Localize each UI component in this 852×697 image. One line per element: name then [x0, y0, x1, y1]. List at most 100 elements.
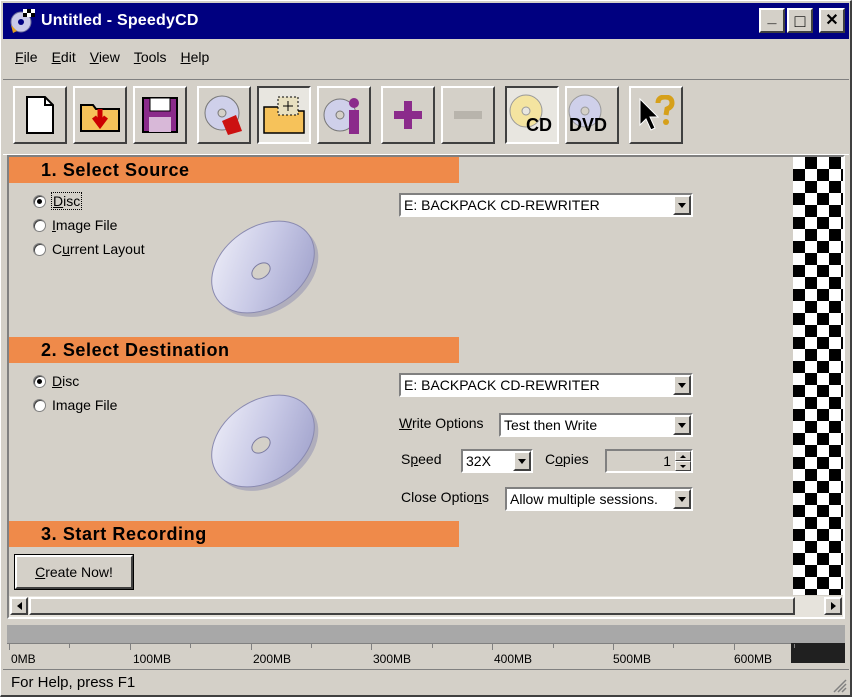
- menu-edit[interactable]: Edit: [52, 45, 76, 71]
- source-image-file-radio[interactable]: Image File: [33, 217, 117, 233]
- menu-bar: File Edit View Tools Help: [3, 45, 209, 71]
- disc-info-button[interactable]: [317, 86, 371, 144]
- capacity-tick: [250, 644, 252, 650]
- capacity-label-400: 400MB: [494, 652, 533, 666]
- app-window: Untitled - SpeedyCD _ □ ✕ File Edit View…: [0, 0, 852, 697]
- dvd-mode-icon: DVD: [567, 93, 617, 137]
- capacity-tick: [311, 644, 312, 648]
- capacity-tick: [552, 644, 554, 648]
- radio-icon: [33, 398, 46, 412]
- capacity-tick: [794, 644, 796, 648]
- destination-disc-icon: [211, 394, 319, 491]
- capacity-label-600: 600MB: [734, 652, 773, 666]
- maximize-icon: □: [794, 10, 806, 31]
- status-text: For Help, press F1: [11, 674, 136, 691]
- title-bar[interactable]: Untitled - SpeedyCD _ □ ✕: [3, 3, 849, 39]
- capacity-tick: [673, 644, 675, 648]
- close-options-label: Close Options: [401, 489, 489, 505]
- capacity-label-0: 0MB: [11, 652, 36, 666]
- scroll-left-icon[interactable]: [10, 597, 28, 615]
- capacity-limit-marker: [791, 643, 845, 663]
- close-icon: ✕: [825, 11, 839, 29]
- scrollbar-thumb[interactable]: [29, 597, 795, 615]
- destination-drive-select[interactable]: E: BACKPACK CD-REWRITER: [399, 373, 693, 397]
- source-drive-select[interactable]: E: BACKPACK CD-REWRITER: [399, 193, 693, 217]
- cd-label: CD: [526, 115, 552, 135]
- capacity-tick: [129, 644, 131, 650]
- spin-up-icon[interactable]: [675, 451, 691, 461]
- new-document-icon: [26, 96, 54, 134]
- destination-image-file-radio[interactable]: Image File: [33, 397, 117, 413]
- capacity-tick: [431, 644, 433, 648]
- dropdown-arrow-icon[interactable]: [673, 195, 691, 215]
- remove-button[interactable]: [441, 86, 495, 144]
- save-button[interactable]: [133, 86, 187, 144]
- dvd-mode-button[interactable]: DVD: [565, 86, 619, 144]
- checkered-flag-decoration: [793, 157, 843, 595]
- destination-disc-radio[interactable]: Disc: [33, 373, 79, 389]
- capacity-tick: [190, 644, 192, 648]
- speed-select[interactable]: 32X: [461, 449, 533, 473]
- new-button[interactable]: [13, 86, 67, 144]
- write-options-select[interactable]: Test then Write: [499, 413, 693, 437]
- radio-selected-icon: [33, 374, 46, 388]
- close-button[interactable]: ✕: [819, 8, 845, 33]
- dropdown-arrow-icon[interactable]: [673, 375, 691, 395]
- context-help-button[interactable]: [629, 86, 683, 144]
- menu-file[interactable]: File: [15, 45, 38, 71]
- source-disc-radio[interactable]: Disc: [33, 192, 83, 210]
- dvd-label: DVD: [569, 115, 608, 135]
- minimize-icon: _: [767, 8, 777, 26]
- scroll-right-icon[interactable]: [824, 597, 842, 615]
- spin-down-icon[interactable]: [675, 461, 691, 471]
- main-panel: 1. Select Source Disc Image File Current…: [7, 155, 845, 619]
- cd-mode-button[interactable]: CD: [505, 86, 559, 144]
- radio-icon: [33, 218, 46, 232]
- open-folder-icon: [80, 104, 120, 132]
- create-now-button[interactable]: Create Now!: [14, 554, 134, 590]
- copy-disc-button[interactable]: [197, 86, 251, 144]
- resize-grip-icon[interactable]: [833, 679, 847, 693]
- folder-layout-icon: [263, 96, 305, 134]
- close-options-select[interactable]: Allow multiple sessions.: [505, 487, 693, 511]
- capacity-tick: [9, 644, 10, 650]
- help-pointer-icon: [639, 95, 675, 131]
- dropdown-arrow-icon[interactable]: [513, 451, 531, 471]
- capacity-label-100: 100MB: [133, 652, 172, 666]
- capacity-meter: 0MB 100MB 200MB 300MB 400MB 500MB 600MB: [7, 625, 845, 666]
- write-options-label: Write Options: [399, 415, 484, 431]
- capacity-tick: [492, 644, 494, 650]
- speed-label: Speed: [401, 451, 442, 467]
- section-header-destination: 2. Select Destination: [9, 337, 459, 363]
- disc-info-icon: [323, 98, 359, 134]
- dropdown-arrow-icon[interactable]: [673, 489, 691, 509]
- capacity-label-300: 300MB: [373, 652, 412, 666]
- copies-stepper[interactable]: 1: [605, 449, 693, 473]
- copies-label: Copies: [545, 451, 589, 467]
- section-header-record: 3. Start Recording: [9, 521, 459, 547]
- minimize-button[interactable]: _: [759, 8, 785, 33]
- layout-button[interactable]: [257, 86, 311, 144]
- capacity-tick: [613, 644, 614, 650]
- disc-copy-icon: [204, 95, 242, 135]
- add-button[interactable]: [381, 86, 435, 144]
- capacity-tick: [371, 644, 373, 650]
- cd-mode-icon: CD: [508, 93, 556, 137]
- maximize-button[interactable]: □: [787, 8, 813, 33]
- source-disc-icon: [211, 220, 319, 317]
- radio-icon: [33, 242, 46, 256]
- menu-help[interactable]: Help: [181, 45, 210, 71]
- menu-view[interactable]: View: [90, 45, 120, 71]
- status-bar: For Help, press F1: [3, 669, 849, 695]
- menu-tools[interactable]: Tools: [134, 45, 167, 71]
- open-button[interactable]: [73, 86, 127, 144]
- capacity-tick: [733, 644, 735, 650]
- horizontal-scrollbar[interactable]: [9, 595, 843, 617]
- dropdown-arrow-icon[interactable]: [673, 415, 691, 435]
- floppy-disk-icon: [142, 97, 178, 133]
- capacity-tick: [69, 644, 71, 648]
- plus-icon: [394, 101, 422, 129]
- radio-selected-icon: [33, 194, 46, 208]
- toolbar: CD DVD: [3, 79, 849, 155]
- source-current-layout-radio[interactable]: Current Layout: [33, 241, 145, 257]
